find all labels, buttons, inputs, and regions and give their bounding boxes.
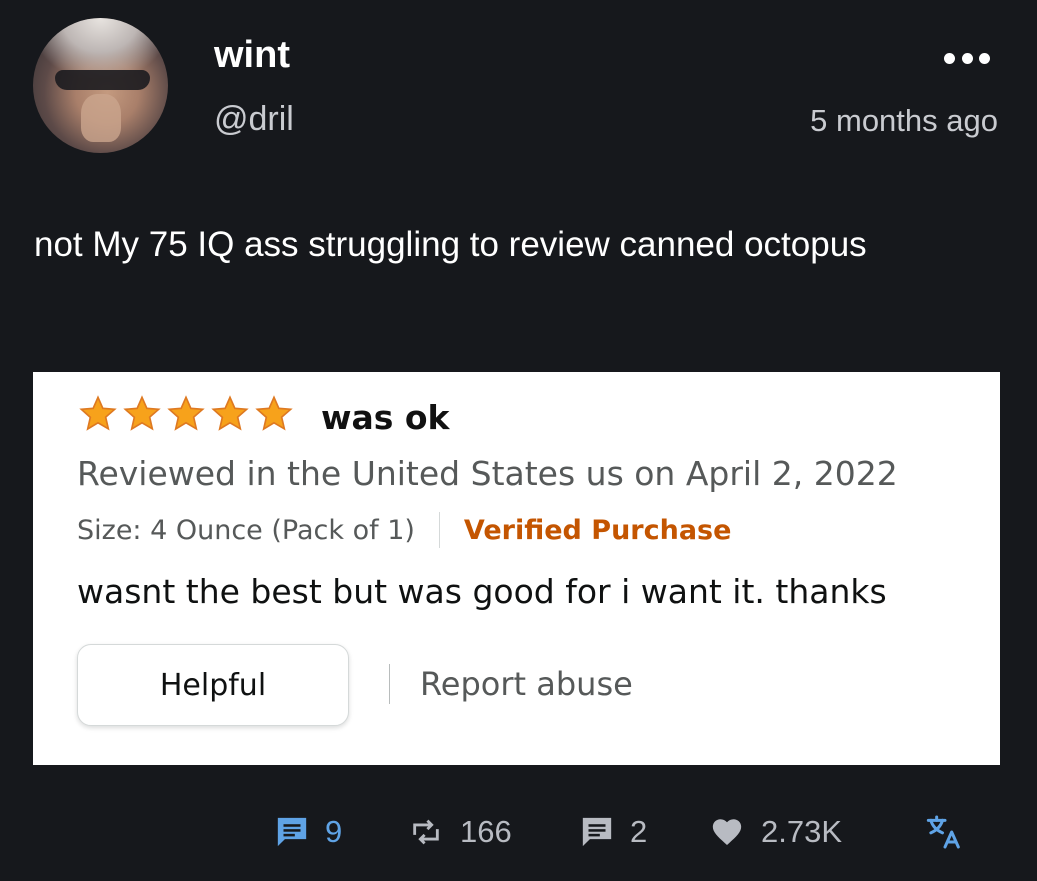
comments-count: 9 bbox=[325, 814, 343, 849]
retweets-count: 166 bbox=[460, 814, 512, 849]
star-icon bbox=[167, 395, 205, 431]
star-icon bbox=[79, 395, 117, 431]
like-button[interactable]: 2.73K bbox=[709, 808, 842, 856]
post-card: wint @dril 5 months ago not My 75 IQ ass… bbox=[0, 0, 1037, 881]
star-icon bbox=[255, 395, 293, 431]
quote-icon bbox=[582, 817, 612, 847]
verified-purchase-badge: Verified Purchase bbox=[463, 514, 732, 546]
action-bar: 9 166 2 2.73K bbox=[0, 808, 1037, 856]
review-title: was ok bbox=[321, 398, 450, 437]
review-body: wasnt the best but was good for i want i… bbox=[77, 572, 887, 611]
avatar-hand bbox=[81, 94, 121, 142]
author-handle[interactable]: @dril bbox=[214, 100, 294, 139]
retweet-icon bbox=[413, 819, 439, 845]
author-display-name[interactable]: wint bbox=[214, 34, 290, 77]
avatar-hair bbox=[33, 18, 168, 78]
quotes-button[interactable]: 2 bbox=[580, 808, 647, 856]
helpful-button: Helpful bbox=[77, 644, 349, 726]
review-size: Size: 4 Ounce (Pack of 1) bbox=[77, 514, 415, 546]
retweets-button[interactable]: 166 bbox=[408, 808, 512, 856]
likes-count: 2.73K bbox=[761, 814, 843, 849]
review-screenshot-attachment[interactable]: was ok Reviewed in the United States us … bbox=[33, 372, 1000, 765]
post-text: not My 75 IQ ass struggling to review ca… bbox=[34, 225, 867, 264]
review-meta: Reviewed in the United States us on Apri… bbox=[77, 454, 898, 493]
star-icon bbox=[211, 395, 249, 431]
star-icon bbox=[123, 395, 161, 431]
comment-icon bbox=[277, 817, 307, 847]
avatar-sunglasses bbox=[55, 70, 150, 90]
more-dot bbox=[979, 52, 990, 64]
translate-icon bbox=[926, 815, 960, 849]
divider bbox=[438, 512, 440, 548]
more-dot bbox=[961, 52, 973, 64]
comments-button[interactable]: 9 bbox=[275, 808, 342, 856]
avatar[interactable] bbox=[33, 18, 168, 153]
translate-button[interactable] bbox=[925, 808, 965, 856]
post-timestamp[interactable]: 5 months ago bbox=[810, 103, 998, 139]
star-rating bbox=[77, 394, 295, 434]
quotes-count: 2 bbox=[630, 814, 648, 849]
report-abuse-link: Report abuse bbox=[420, 665, 633, 703]
divider bbox=[389, 664, 390, 704]
more-dot bbox=[944, 52, 955, 64]
heart-icon bbox=[712, 819, 742, 846]
review-size-row: Size: 4 Ounce (Pack of 1) Verified Purch… bbox=[77, 512, 731, 548]
more-horizontal-icon[interactable] bbox=[944, 48, 990, 68]
